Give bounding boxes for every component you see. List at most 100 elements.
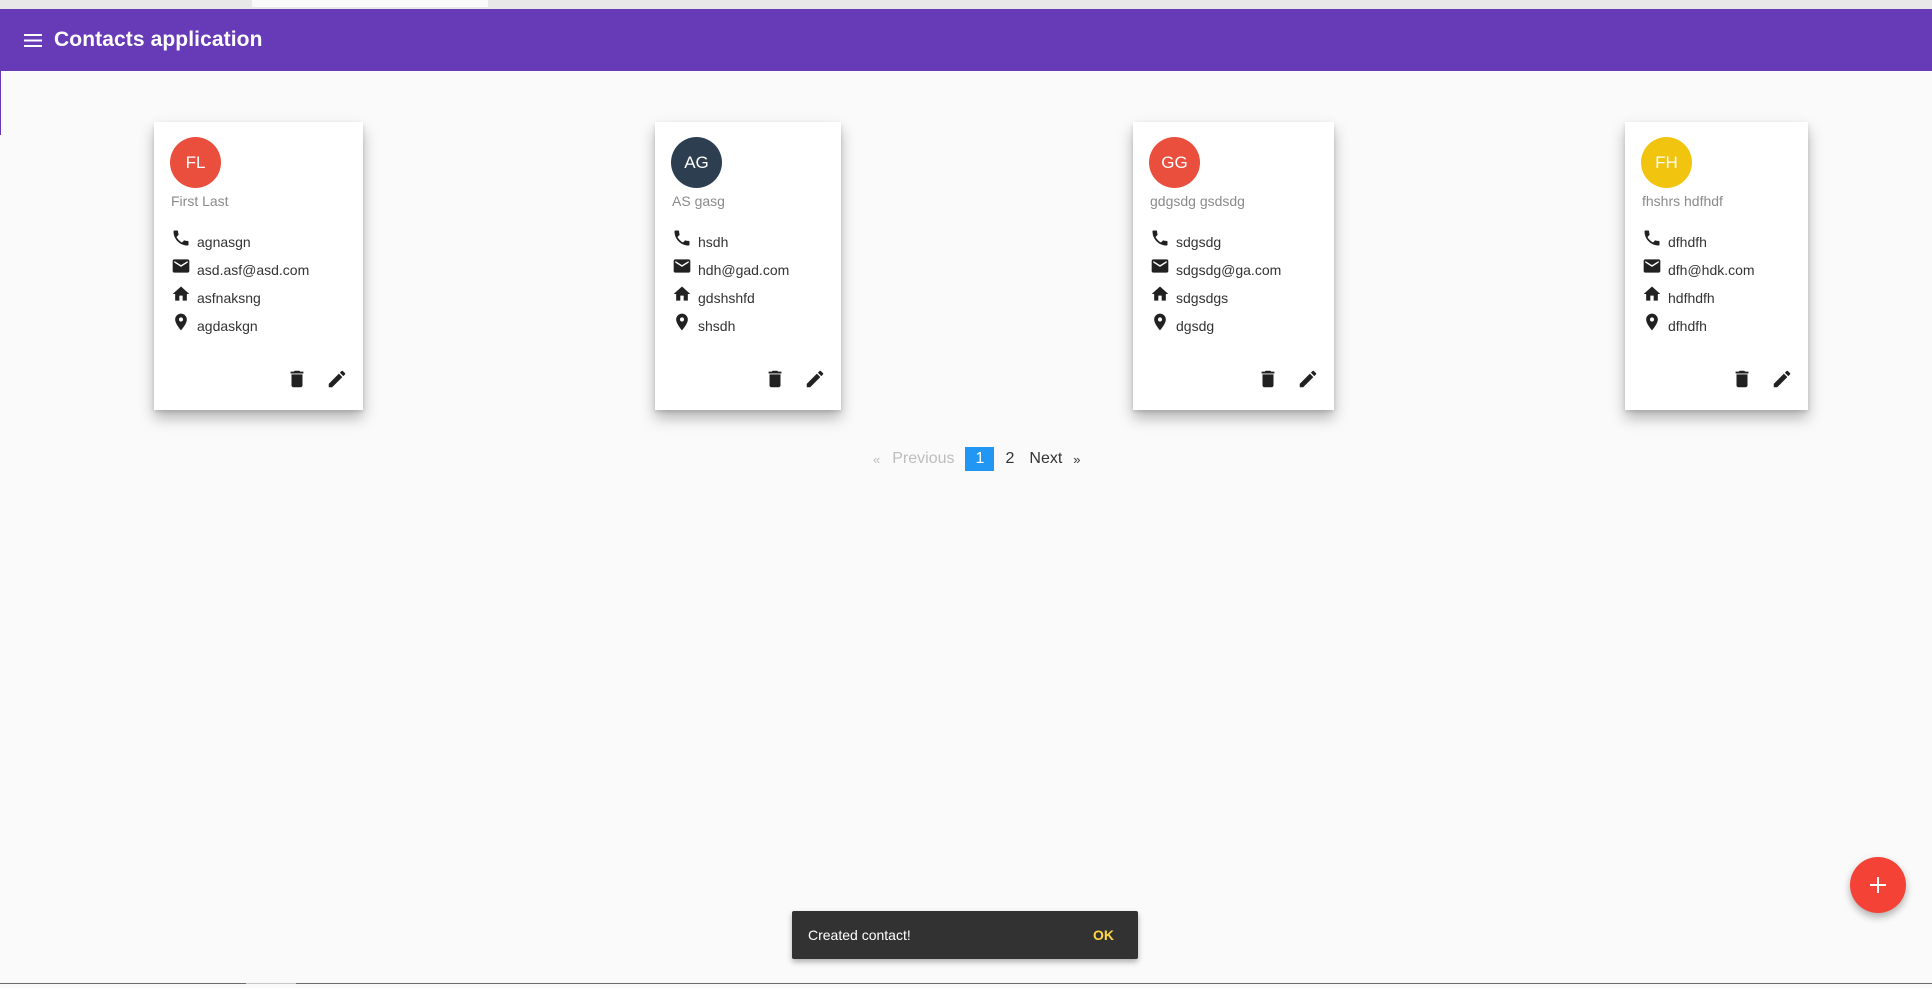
delete-button[interactable] (1730, 367, 1754, 391)
avatar: GG (1149, 137, 1200, 188)
previous-page-button[interactable]: Previous (892, 450, 954, 468)
next-page-button[interactable]: Next (1029, 450, 1062, 468)
contact-card: FH fhshrs hdfhdf dfhdfh dfh@hdk.com hdfh… (1625, 122, 1808, 410)
contact-email-row: dfh@hdk.com (1640, 257, 1755, 283)
app-title: Contacts application (54, 28, 263, 51)
menu-icon[interactable] (22, 31, 44, 49)
contact-address-row: asfnaksng (169, 285, 261, 311)
edit-button[interactable] (1296, 367, 1320, 391)
location-pin-icon (1640, 310, 1664, 334)
contact-phone: sdgsdg (1176, 234, 1222, 250)
contact-location: shsdh (698, 318, 736, 334)
avatar: FL (170, 137, 221, 188)
contact-location-row: agdaskgn (169, 313, 258, 339)
card-actions (285, 367, 349, 391)
delete-icon (768, 370, 782, 388)
avatar: FH (1641, 137, 1692, 188)
edit-icon (1773, 370, 1791, 388)
contact-name: gdgsdg gsdsdg (1150, 193, 1245, 209)
snackbar-message: Created contact! (808, 927, 911, 943)
delete-icon (1261, 370, 1275, 388)
contact-phone-row: sdgsdg (1148, 229, 1221, 255)
location-pin-icon (1148, 310, 1172, 334)
plus-icon (1870, 877, 1886, 893)
email-icon (1640, 254, 1664, 278)
contact-card: FL First Last agnasgn asd.asf@asd.com as… (154, 122, 363, 410)
card-actions (1256, 367, 1320, 391)
contact-email: hdh@gad.com (698, 262, 790, 278)
delete-icon (1735, 370, 1749, 388)
contact-address: hdfhdfh (1668, 290, 1715, 306)
contact-phone-row: hsdh (670, 229, 728, 255)
contact-email-row: asd.asf@asd.com (169, 257, 309, 283)
contact-phone-row: dfhdfh (1640, 229, 1707, 255)
edit-button[interactable] (1770, 367, 1794, 391)
contact-name: fhshrs hdfhdf (1642, 193, 1723, 209)
contact-email-row: hdh@gad.com (670, 257, 789, 283)
contact-address: sdgsdgs (1176, 290, 1229, 306)
card-actions (763, 367, 827, 391)
home-icon (1640, 282, 1664, 306)
email-icon (169, 254, 193, 278)
contact-phone: hsdh (698, 234, 729, 250)
page-2-button[interactable]: 2 (1005, 450, 1014, 468)
delete-button[interactable] (285, 367, 309, 391)
contact-address-row: gdshshfd (670, 285, 755, 311)
edit-button[interactable] (803, 367, 827, 391)
add-contact-button[interactable] (1850, 857, 1906, 913)
contact-card: AG AS gasg hsdh hdh@gad.com gdshshfd shs… (655, 122, 841, 410)
contact-address: gdshshfd (698, 290, 755, 306)
browser-tab[interactable] (252, 0, 488, 7)
phone-icon (1640, 226, 1664, 250)
next-arrow-icon[interactable]: » (1073, 452, 1080, 467)
contact-location-row: shsdh (670, 313, 735, 339)
email-icon (1148, 254, 1172, 278)
home-icon (1148, 282, 1172, 306)
app-root: Contacts application FL First Last agnas… (0, 0, 1932, 988)
previous-arrow-icon: « (873, 451, 881, 467)
home-icon (670, 282, 694, 306)
app-toolbar: Contacts application (0, 9, 1932, 71)
edit-icon (328, 370, 346, 388)
contact-location: dfhdfh (1668, 318, 1707, 334)
contact-email: sdgsdg@ga.com (1176, 262, 1282, 278)
contact-phone-row: agnasgn (169, 229, 251, 255)
edit-icon (806, 370, 824, 388)
window-bottom-border (0, 983, 1932, 984)
contact-location: dgsdg (1176, 318, 1215, 334)
edit-button[interactable] (325, 367, 349, 391)
contact-location-row: dfhdfh (1640, 313, 1707, 339)
edit-icon (1299, 370, 1317, 388)
avatar: AG (671, 137, 722, 188)
contact-name: First Last (171, 193, 229, 209)
contact-card: GG gdgsdg gsdsdg sdgsdg sdgsdg@ga.com sd… (1133, 122, 1334, 410)
contact-phone: dfhdfh (1668, 234, 1707, 250)
contact-phone: agnasgn (197, 234, 251, 250)
location-pin-icon (670, 310, 694, 334)
home-icon (169, 282, 193, 306)
contact-email: dfh@hdk.com (1668, 262, 1755, 278)
page-1-button[interactable]: 1 (965, 447, 995, 471)
browser-tab-strip (0, 0, 1932, 9)
delete-button[interactable] (1256, 367, 1280, 391)
phone-icon (1148, 226, 1172, 250)
scrollbar-thumb[interactable] (246, 983, 296, 984)
contact-name: AS gasg (672, 193, 725, 209)
contact-address-row: sdgsdgs (1148, 285, 1228, 311)
delete-icon (290, 370, 304, 388)
sidenav-edge (0, 71, 1, 135)
location-pin-icon (169, 310, 193, 334)
contact-location: agdaskgn (197, 318, 258, 334)
delete-button[interactable] (763, 367, 787, 391)
contact-address-row: hdfhdfh (1640, 285, 1715, 311)
contact-email: asd.asf@asd.com (197, 262, 310, 278)
snackbar: Created contact! OK (792, 911, 1138, 959)
contact-address: asfnaksng (197, 290, 261, 306)
pagination: « Previous 1 2 Next » (873, 446, 1081, 472)
contact-email-row: sdgsdg@ga.com (1148, 257, 1281, 283)
contact-location-row: dgsdg (1148, 313, 1214, 339)
phone-icon (169, 226, 193, 250)
phone-icon (670, 226, 694, 250)
email-icon (670, 254, 694, 278)
snackbar-ok-button[interactable]: OK (1093, 927, 1114, 943)
